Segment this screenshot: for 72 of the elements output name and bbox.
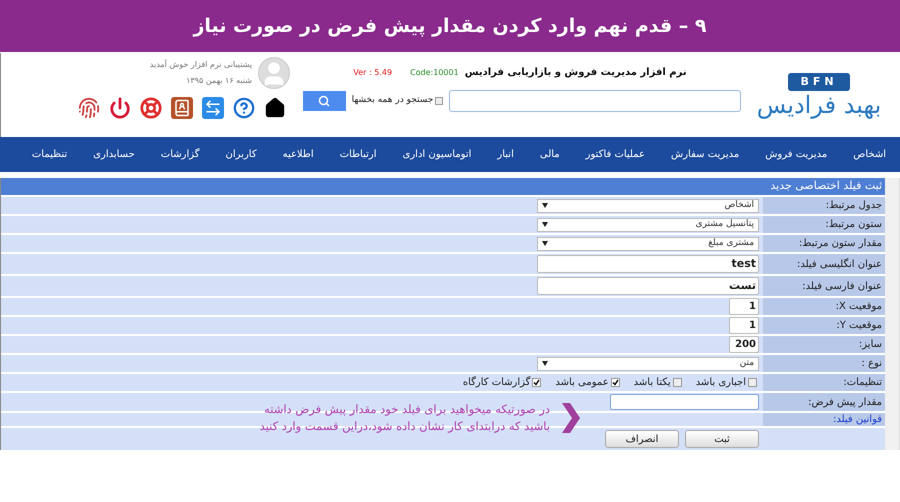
dropdown[interactable]: مشتری مبلغ bbox=[537, 236, 760, 250]
number-field[interactable]: 1 bbox=[729, 317, 760, 334]
date-text: شنبه ۱۶ بهمن ۱۳۹۵ bbox=[185, 75, 252, 87]
dropdown-arrow-icon bbox=[542, 222, 548, 227]
nav-item[interactable]: اتوماسیون اداری bbox=[402, 147, 472, 162]
phone-book-icon[interactable] bbox=[171, 97, 193, 119]
nav-item[interactable]: ارتباطات bbox=[340, 147, 377, 162]
field-label: مقدار ستون مرتبط: bbox=[763, 235, 886, 252]
check-icon bbox=[612, 379, 619, 386]
search-icon bbox=[318, 95, 330, 107]
cancel-button[interactable]: انصراف bbox=[605, 430, 680, 448]
dropdown-arrow-icon bbox=[542, 241, 548, 246]
default-value-field[interactable] bbox=[610, 394, 760, 410]
checkbox-option[interactable]: عمومی باشد bbox=[555, 375, 620, 390]
nav-item[interactable]: اطلاعیه bbox=[282, 147, 314, 162]
field-label: سایز: bbox=[763, 336, 886, 353]
field-label: نوع : bbox=[763, 355, 886, 372]
nav-item[interactable]: مدیریت سفارش bbox=[671, 147, 740, 162]
number-field[interactable]: 1 bbox=[729, 298, 760, 315]
dropdown[interactable]: اشخاص bbox=[537, 198, 760, 212]
logo-mark: BFN bbox=[788, 73, 850, 91]
nav-item[interactable]: تنظیمات bbox=[32, 147, 68, 162]
remote-support-icon[interactable] bbox=[202, 97, 224, 119]
field-label: مقدار پیش فرض: bbox=[763, 393, 886, 411]
avatar bbox=[258, 57, 290, 89]
field-label: عنوان انگلیسی فیلد: bbox=[763, 254, 886, 274]
nav-item[interactable]: اشخاص bbox=[853, 147, 886, 162]
checkbox-option[interactable]: گزارشات کارگاه bbox=[462, 375, 542, 390]
callout-text: در صورتیکه میخواهید برای فیلد خود مقدار پیش فرض داشته bbox=[263, 401, 550, 418]
text-field[interactable]: test bbox=[537, 255, 760, 273]
home-icon[interactable] bbox=[264, 97, 286, 119]
checkbox-option[interactable]: اجباری باشد bbox=[696, 375, 758, 390]
submit-button[interactable]: ثبت bbox=[685, 430, 760, 448]
form-header: ثبت فیلد اختصاصی جدید bbox=[1, 178, 886, 197]
logo-text: بهبد فرادیس bbox=[756, 93, 882, 117]
dropdown-arrow-icon bbox=[542, 203, 548, 208]
callout-text: باشید که درابتدای کار نشان داده شود،دراین قسمت وارد کنید bbox=[260, 418, 550, 435]
dropdown-arrow-icon bbox=[542, 361, 548, 366]
search-field[interactable] bbox=[449, 90, 742, 112]
field-label: تنظیمات: bbox=[763, 374, 886, 391]
nav-item[interactable]: مدیریت فروش bbox=[765, 147, 828, 162]
nav-item[interactable]: مالی bbox=[540, 147, 560, 162]
text-field[interactable]: تست bbox=[537, 277, 760, 295]
help-icon[interactable] bbox=[233, 97, 255, 119]
checkbox-option[interactable]: یکتا باشد bbox=[634, 375, 682, 390]
nav-item[interactable]: کاربران bbox=[226, 147, 257, 162]
search-all-checkbox[interactable]: جستجو در همه بخشها bbox=[352, 94, 444, 108]
number-field[interactable]: 200 bbox=[729, 336, 760, 353]
scrollbar[interactable] bbox=[885, 178, 900, 450]
field-label: موقعیت X: bbox=[763, 298, 886, 315]
field-label: عنوان فارسی فیلد: bbox=[763, 276, 886, 296]
fingerprint-icon[interactable] bbox=[78, 97, 100, 119]
lifebuoy-icon[interactable] bbox=[140, 97, 162, 119]
code-label: Code:10001 bbox=[410, 66, 459, 78]
nav-item[interactable]: حسابداری bbox=[93, 147, 135, 162]
field-label: ستون مرتبط: bbox=[763, 216, 886, 233]
nav-item[interactable]: گزارشات bbox=[160, 147, 200, 162]
dropdown[interactable]: متن bbox=[537, 356, 760, 370]
field-label: موقعیت Y: bbox=[763, 317, 886, 334]
title-banner: ۹ – قدم نهم وارد کردن مقدار پیش فرض در صورت نیاز bbox=[0, 0, 900, 52]
nav-item[interactable]: انبار bbox=[497, 147, 514, 162]
field-label: جدول مرتبط: bbox=[763, 197, 886, 214]
rules-link[interactable]: قوانین فیلد: bbox=[832, 412, 882, 427]
app-title: نرم افزار مدیریت فروش و بازاریابی فرادیس bbox=[464, 66, 687, 80]
power-icon[interactable] bbox=[109, 97, 131, 119]
nav-item[interactable]: عملیات فاکتور bbox=[586, 147, 645, 162]
check-icon bbox=[533, 379, 540, 386]
welcome-text: پشتیبانی نرم افزار خوش آمدید bbox=[150, 59, 252, 71]
search-button[interactable] bbox=[302, 91, 346, 111]
dropdown[interactable]: پتانسیل مشتری bbox=[537, 218, 760, 232]
chevron-icon bbox=[562, 403, 580, 433]
version-label: Ver : 5.49 bbox=[353, 66, 392, 78]
